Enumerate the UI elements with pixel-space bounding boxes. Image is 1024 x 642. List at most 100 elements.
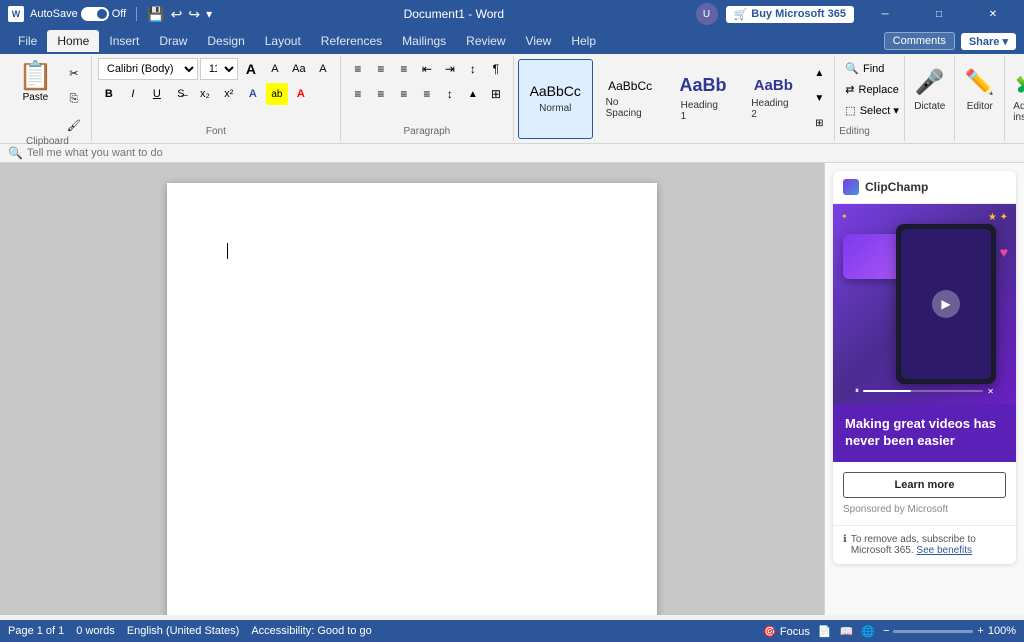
subscript-button[interactable]: x₂ [194, 83, 216, 105]
font-grow-button[interactable]: A [240, 58, 262, 80]
font-row-1: Calibri (Body) 11 A A Aa A [98, 58, 334, 80]
strikethrough-button[interactable]: S̶ [170, 83, 192, 105]
tab-mailings[interactable]: Mailings [392, 30, 456, 52]
font-size-select[interactable]: 11 [200, 58, 238, 80]
paste-icon: 📋 [18, 62, 53, 90]
autosave-toggle[interactable] [81, 7, 109, 21]
align-right-button[interactable]: ≡ [393, 83, 415, 105]
superscript-button[interactable]: x² [218, 83, 240, 105]
zoom-in-button[interactable]: + [977, 625, 983, 637]
tab-view[interactable]: View [516, 30, 562, 52]
ad-headline: Making great videos has never been easie… [845, 416, 1004, 450]
user-avatar[interactable]: U [696, 3, 718, 25]
see-benefits-link[interactable]: See benefits [916, 545, 972, 556]
info-icon: ℹ [843, 534, 847, 545]
ribbon-right: Comments Share ▾ [884, 32, 1016, 50]
focus-button[interactable]: 🎯 Focus [763, 625, 810, 638]
change-case-button[interactable]: Aa [288, 58, 310, 80]
paste-button[interactable]: 📋 Paste [10, 58, 61, 107]
close-button[interactable]: ✕ [970, 0, 1016, 28]
tab-references[interactable]: References [311, 30, 392, 52]
cut-button[interactable]: ✂ [63, 62, 85, 84]
tab-layout[interactable]: Layout [255, 30, 311, 52]
ad-card [843, 234, 903, 279]
word-count: 0 words [76, 625, 115, 637]
align-left-button[interactable]: ≡ [347, 83, 369, 105]
dictate-button[interactable]: 🎤 [915, 68, 945, 97]
text-highlight-button[interactable]: ab [266, 83, 288, 105]
tab-home[interactable]: Home [47, 30, 99, 52]
maximize-button[interactable]: □ [916, 0, 962, 28]
save-icon[interactable]: 💾 [147, 6, 164, 23]
bullet-list-button[interactable]: ≡ [347, 58, 369, 80]
font-group-label: Font [206, 126, 226, 139]
select-button[interactable]: ⬚ Select ▾ [839, 102, 900, 119]
styles-up-button[interactable]: ▲ [810, 63, 828, 85]
format-painter-button[interactable]: 🖌 [63, 114, 85, 136]
tab-draw[interactable]: Draw [149, 30, 197, 52]
ad-header: ClipChamp [833, 171, 1016, 204]
font-group: Calibri (Body) 11 A A Aa A B I U S̶ x₂ [92, 56, 341, 141]
print-layout-button[interactable]: 📄 [818, 625, 832, 638]
replace-button[interactable]: ⇄ Replace [839, 81, 900, 98]
italic-button[interactable]: I [122, 83, 144, 105]
read-mode-button[interactable]: 📖 [840, 625, 854, 638]
zoom-control: − + 100% [883, 625, 1016, 637]
editor-button[interactable]: ✏️ [965, 68, 995, 97]
ribbon-content: 📋 Paste ✂ ⎘ 🖌 Clipboard Calibri (Body) 1… [0, 54, 1024, 144]
comments-button[interactable]: Comments [884, 32, 955, 50]
tab-help[interactable]: Help [561, 30, 606, 52]
tab-file[interactable]: File [8, 30, 47, 52]
text-effects-button[interactable]: A [242, 83, 264, 105]
clear-format-button[interactable]: A [312, 58, 334, 80]
customize-icon[interactable]: ▾ [206, 7, 212, 21]
style-no-spacing[interactable]: AaBbCc No Spacing [593, 59, 668, 139]
line-spacing-button[interactable]: ↕ [439, 83, 461, 105]
styles-down-button[interactable]: ▼ [810, 88, 828, 110]
font-shrink-button[interactable]: A [264, 58, 286, 80]
multilevel-list-button[interactable]: ≡ [393, 58, 415, 80]
zoom-out-button[interactable]: − [883, 625, 889, 637]
font-color-button[interactable]: A [290, 83, 312, 105]
share-button[interactable]: Share ▾ [961, 33, 1016, 50]
tab-review[interactable]: Review [456, 30, 515, 52]
tab-design[interactable]: Design [197, 30, 254, 52]
buy-microsoft-365-button[interactable]: 🛒 Buy Microsoft 365 [726, 6, 854, 23]
undo-icon[interactable]: ↩ [171, 6, 183, 23]
zoom-slider[interactable] [893, 630, 973, 633]
style-heading2-label: Heading 2 [751, 98, 795, 120]
document-area[interactable] [0, 163, 824, 615]
styles-expand-button[interactable]: ⊞ [810, 113, 828, 135]
style-normal[interactable]: AaBbCc Normal [518, 59, 593, 139]
editing-group-label: Editing [839, 126, 900, 137]
tab-insert[interactable]: Insert [99, 30, 149, 52]
bold-button[interactable]: B [98, 83, 120, 105]
font-family-select[interactable]: Calibri (Body) [98, 58, 198, 80]
accessibility-status: Accessibility: Good to go [251, 625, 371, 637]
autosave-state: Off [112, 8, 126, 20]
decrease-indent-button[interactable]: ⇤ [416, 58, 438, 80]
learn-more-button[interactable]: Learn more [843, 472, 1006, 498]
autosave-control[interactable]: AutoSave Off [30, 7, 126, 21]
shading-button[interactable]: ▲ [462, 83, 484, 105]
ad-stars-right: ★ ✦ [988, 212, 1008, 223]
document-page[interactable] [167, 183, 657, 615]
align-center-button[interactable]: ≡ [370, 83, 392, 105]
style-heading1[interactable]: AaBb Heading 1 [668, 59, 739, 139]
borders-button[interactable]: ⊞ [485, 83, 507, 105]
web-layout-button[interactable]: 🌐 [861, 625, 875, 638]
minimize-button[interactable]: ─ [862, 0, 908, 28]
redo-icon[interactable]: ↪ [188, 6, 200, 23]
copy-button[interactable]: ⎘ [63, 88, 85, 110]
sort-button[interactable]: ↕ [462, 58, 484, 80]
justify-button[interactable]: ≡ [416, 83, 438, 105]
style-heading2[interactable]: AaBb Heading 2 [738, 59, 808, 139]
underline-button[interactable]: U [146, 83, 168, 105]
find-button[interactable]: 🔍 Find [839, 60, 900, 77]
style-no-spacing-preview: AaBbCc [608, 79, 652, 93]
addins-button[interactable]: 🧩 [1015, 68, 1024, 97]
show-formatting-button[interactable]: ¶ [485, 58, 507, 80]
number-list-button[interactable]: ≡ [370, 58, 392, 80]
tell-me-input[interactable] [27, 147, 1016, 159]
increase-indent-button[interactable]: ⇥ [439, 58, 461, 80]
